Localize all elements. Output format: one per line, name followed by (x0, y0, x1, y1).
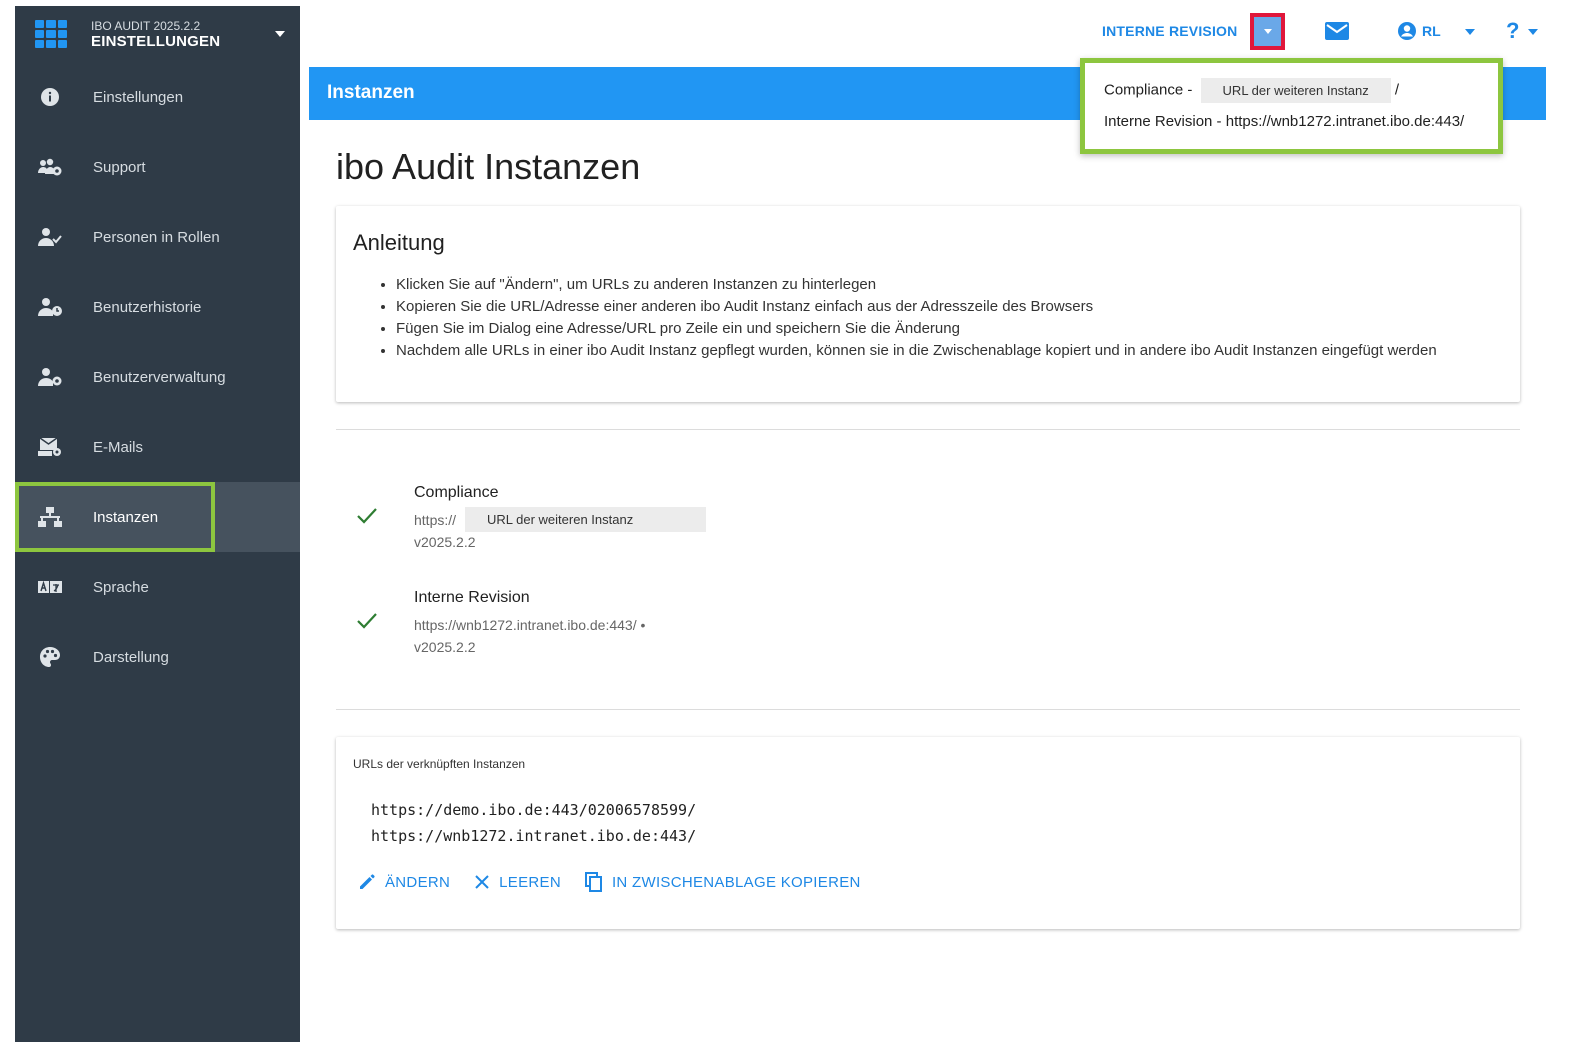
copy-icon (585, 872, 602, 892)
network-icon (37, 506, 63, 528)
top-bar: INTERNE REVISION RL ? (300, 6, 1557, 62)
sidebar-item-label: E-Mails (93, 438, 144, 456)
sidebar-item-einstellungen[interactable]: Einstellungen (15, 62, 300, 132)
instances-list: Compliance https:// URL der weiteren Ins… (336, 457, 728, 683)
url-line: https://demo.ibo.de:443/02006578599/ (371, 801, 697, 819)
person-check-icon (37, 227, 63, 247)
sidebar-item-e-mails[interactable]: E-Mails (15, 412, 300, 482)
info-icon (37, 87, 63, 107)
instance-url: https://wnb1272.intranet.ibo.de:443/ • (414, 617, 646, 633)
copy-to-clipboard-button[interactable]: IN ZWISCHENABLAGE KOPIEREN (585, 872, 861, 892)
sidebar-item-label: Instanzen (93, 508, 159, 526)
translate-icon (37, 579, 63, 595)
divider (336, 429, 1520, 430)
user-settings-icon (37, 367, 63, 387)
help-icon[interactable]: ? (1506, 18, 1519, 44)
sidebar-item-label: Benutzerhistorie (93, 298, 202, 316)
linked-urls-label: URLs der verknüpften Instanzen (353, 757, 526, 771)
instance-item-compliance[interactable]: Compliance https:// URL der weiteren Ins… (336, 457, 728, 557)
mail-icon[interactable] (1325, 22, 1349, 45)
instance-dropdown-menu: Compliance - URL der weiteren Instanz / … (1080, 58, 1503, 154)
linked-urls-text: https://demo.ibo.de:443/02006578599/ htt… (371, 797, 696, 849)
chevron-down-icon (1263, 29, 1272, 34)
guide-bullet: Nachdem alle URLs in einer ibo Audit Ins… (396, 340, 1437, 362)
sidebar-item-support[interactable]: Support (15, 132, 300, 202)
section-caret-icon[interactable] (275, 31, 285, 37)
check-icon (357, 508, 377, 524)
check-icon (357, 613, 377, 629)
divider (336, 709, 1520, 710)
sidebar-title: IBO AUDIT 2025.2.2 EINSTELLUNGEN (91, 19, 220, 49)
close-icon (475, 875, 489, 889)
dropdown-item-suffix: / (1394, 81, 1400, 99)
instance-version: v2025.2.2 (414, 639, 476, 655)
copy-button-label: IN ZWISCHENABLAGE KOPIEREN (611, 873, 861, 891)
dropdown-item-compliance[interactable]: Compliance - URL der weiteren Instanz / (1104, 78, 1399, 103)
help-chevron-down-icon[interactable] (1528, 29, 1538, 35)
section-title: EINSTELLUNGEN (91, 33, 221, 50)
sidebar-item-sprache[interactable]: Sprache (15, 552, 300, 622)
sidebar-item-instanzen[interactable]: Instanzen (15, 482, 300, 552)
support-icon (37, 157, 63, 177)
sidebar: IBO AUDIT 2025.2.2 EINSTELLUNGEN Einstel… (15, 6, 300, 1042)
sidebar-item-label: Benutzerverwaltung (93, 368, 226, 386)
sidebar-item-label: Einstellungen (93, 88, 184, 106)
app-version: IBO AUDIT 2025.2.2 (91, 19, 201, 33)
guide-list: Klicken Sie auf "Ändern", um URLs zu and… (396, 274, 1437, 362)
palette-icon (37, 646, 63, 668)
user-menu[interactable]: RL (1397, 21, 1441, 41)
user-chevron-down-icon[interactable] (1465, 29, 1475, 35)
apps-grid-icon[interactable] (35, 20, 67, 48)
instance-item-interne-revision[interactable]: Interne Revision https://wnb1272.intrane… (336, 562, 728, 662)
user-history-icon (37, 297, 63, 317)
sidebar-item-label: Darstellung (93, 648, 169, 666)
email-settings-icon (37, 437, 63, 457)
clear-button-label: LEEREN (499, 873, 561, 891)
pencil-icon (360, 874, 375, 889)
urls-actions: ÄNDERN LEEREN IN ZWISCHENABLAGE KOPIEREN (358, 872, 885, 892)
url-line: https://wnb1272.intranet.ibo.de:443/ (371, 827, 697, 845)
clear-button[interactable]: LEEREN (474, 874, 561, 891)
sidebar-header[interactable]: IBO AUDIT 2025.2.2 EINSTELLUNGEN (15, 6, 300, 62)
account-circle-icon (1398, 22, 1416, 40)
instance-name: Interne Revision (414, 589, 530, 606)
guide-bullet: Klicken Sie auf "Ändern", um URLs zu and… (396, 274, 1437, 296)
instance-url: https:// (414, 512, 457, 528)
guide-heading: Anleitung (353, 230, 445, 255)
sidebar-item-personen-in-rollen[interactable]: Personen in Rollen (15, 202, 300, 272)
sidebar-item-label: Sprache (93, 578, 149, 596)
instance-name: Compliance (414, 484, 499, 501)
guide-bullet: Fügen Sie im Dialog eine Adresse/URL pro… (396, 318, 1437, 340)
guide-card: Anleitung Klicken Sie auf "Ändern", um U… (336, 206, 1520, 402)
dropdown-item-interne-revision[interactable]: Interne Revision - https://wnb1272.intra… (1104, 113, 1464, 130)
redacted-url-mask: URL der weiteren Instanz (465, 507, 706, 532)
sidebar-item-label: Support (93, 158, 146, 176)
guide-bullet: Kopieren Sie die URL/Adresse einer ander… (396, 296, 1437, 318)
edit-button-label: ÄNDERN (385, 873, 451, 891)
sidebar-item-benutzerverwaltung[interactable]: Benutzerverwaltung (15, 342, 300, 412)
linked-urls-card: URLs der verknüpften Instanzen https://d… (336, 737, 1520, 929)
page-title: ibo Audit Instanzen (336, 146, 641, 187)
sidebar-item-darstellung[interactable]: Darstellung (15, 622, 300, 692)
instance-switch-label[interactable]: INTERNE REVISION (1102, 23, 1237, 39)
page-header-title: Instanzen (327, 82, 415, 103)
sidebar-item-benutzerhistorie[interactable]: Benutzerhistorie (15, 272, 300, 342)
user-initials: RL (1422, 23, 1441, 39)
instance-version: v2025.2.2 (414, 534, 476, 550)
sidebar-item-label: Personen in Rollen (93, 228, 220, 246)
dropdown-item-label: Compliance - (1104, 81, 1193, 99)
edit-button[interactable]: ÄNDERN (358, 873, 450, 891)
redacted-url-mask: URL der weiteren Instanz (1200, 78, 1391, 103)
instance-dropdown-button[interactable] (1250, 13, 1285, 50)
